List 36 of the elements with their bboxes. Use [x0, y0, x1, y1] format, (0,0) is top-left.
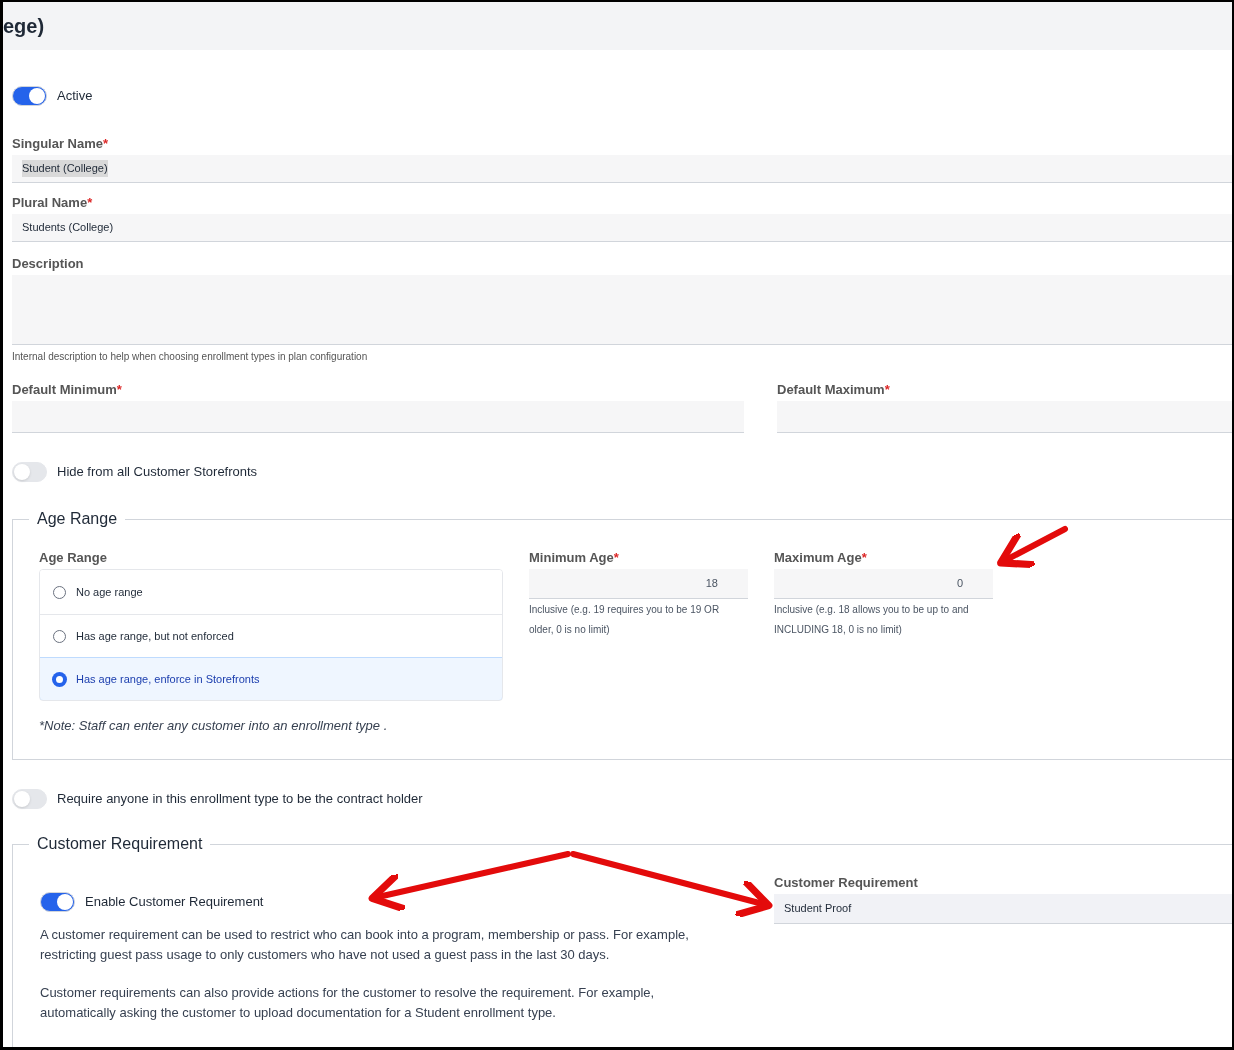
section-title: Age Range [29, 509, 126, 529]
field-label: Description [12, 256, 85, 272]
field-label: Age Range [39, 550, 108, 566]
annotation-arrow [997, 526, 1068, 569]
number-input[interactable] [12, 401, 744, 433]
toggle-label: Hide from all Customer Storefronts [57, 463, 258, 482]
field-label: Minimum Age* [529, 550, 620, 566]
description-textarea[interactable] [12, 275, 1232, 345]
toggle-switch[interactable] [12, 462, 47, 482]
toggle-switch[interactable] [40, 892, 75, 912]
help-text: Inclusive (e.g. 18 allows you to be up to and INCLUDING 18, 0 is no limit) [774, 603, 970, 637]
toggle-label: Enable Customer Requirement [85, 893, 264, 912]
description-paragraph: A customer requirement can be used to restrict who can book into a program, membership or pass. For example, restricting guest pass usage to only customers who have not used a guest pass in the last 30 days. [40, 926, 690, 964]
field-label: Plural Name* [12, 195, 94, 211]
field-label: Maximum Age* [774, 550, 868, 566]
note-text: *Note: Staff can enter any customer into an enrollment type . [39, 717, 389, 735]
description-paragraph: Customer requirements can also provide actions for the customer to resolve the requirement. For example, automatically asking the customer to upload documentation for a Student enrollment type. [40, 984, 656, 1022]
section-title: Customer Requirement [29, 834, 211, 854]
number-input[interactable]: 0 [774, 569, 993, 599]
field-label: Customer Requirement [774, 875, 919, 891]
field-label: Singular Name* [12, 136, 110, 152]
page-title: ege) [3, 14, 45, 39]
toggle-label: Require anyone in this enrollment type to be the contract holder [57, 790, 423, 809]
number-input[interactable] [777, 401, 1232, 433]
toggle-switch[interactable] [12, 86, 47, 106]
help-text: Internal description to help when choosing enrollment types in plan configuration [12, 350, 369, 364]
toggle-label: Active [57, 87, 93, 106]
help-text: Inclusive (e.g. 19 requires you to be 19 OR older, 0 is no limit) [529, 603, 721, 637]
field-label: Default Minimum* [12, 382, 123, 398]
toggle-switch[interactable] [12, 789, 47, 809]
number-input[interactable]: 18 [529, 569, 748, 599]
select-field[interactable]: Student Proof [774, 894, 1232, 924]
radio-option[interactable]: Has age range, enforce in Storefronts [40, 657, 502, 700]
text-input[interactable]: Students (College) [12, 214, 1232, 242]
text-input[interactable]: Student (College) [12, 155, 1232, 183]
field-label: Default Maximum* [777, 382, 891, 398]
